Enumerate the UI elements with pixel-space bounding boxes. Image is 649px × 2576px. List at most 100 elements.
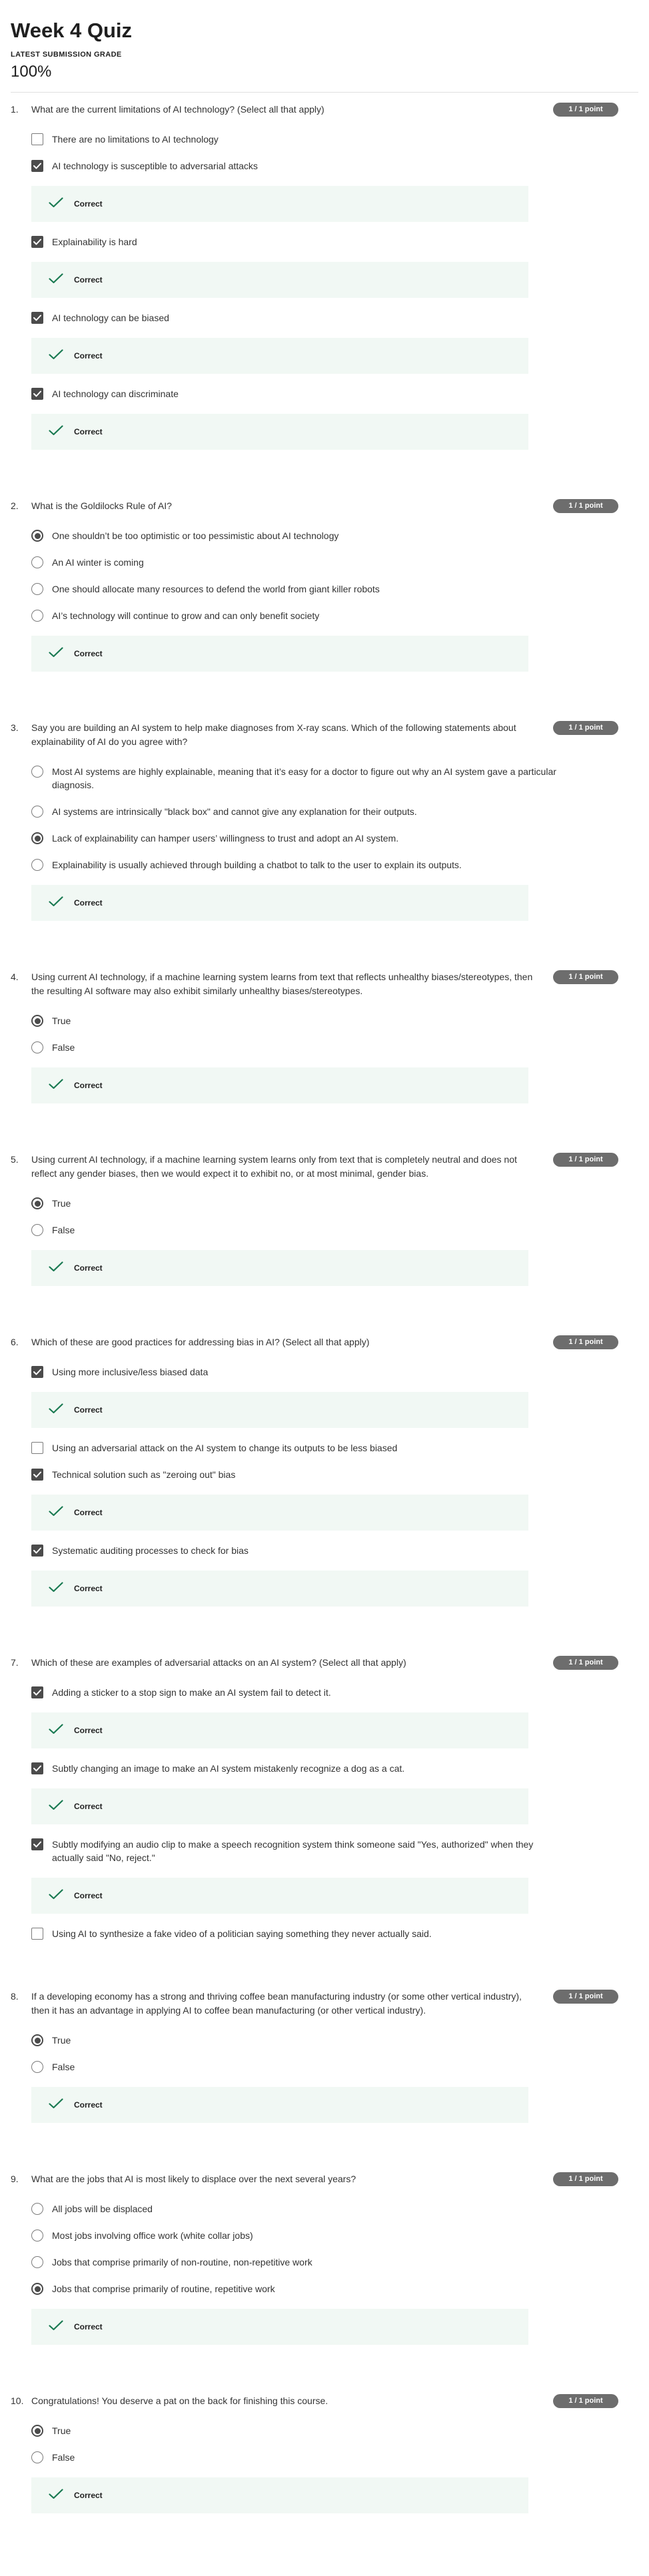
question-text: Which of these are examples of adversari…	[31, 1657, 406, 1668]
options-group: Adding a sticker to a stop sign to make …	[31, 1686, 638, 1940]
checkbox-option[interactable]: AI technology can discriminate	[31, 387, 638, 400]
radio-option[interactable]: All jobs will be displaced	[31, 2202, 638, 2216]
checkbox-option[interactable]: Using more inclusive/less biased data	[31, 1365, 638, 1379]
radio-button[interactable]	[31, 859, 43, 871]
radio-button[interactable]	[31, 2061, 43, 2073]
radio-button[interactable]	[31, 1224, 43, 1236]
option-label: AI technology can be biased	[52, 313, 169, 323]
options-group: There are no limitations to AI technolog…	[31, 133, 638, 450]
radio-button[interactable]	[31, 530, 43, 542]
radio-button[interactable]	[31, 2034, 43, 2046]
checkbox-option[interactable]: There are no limitations to AI technolog…	[31, 133, 638, 146]
checkbox[interactable]	[31, 133, 43, 145]
radio-option[interactable]: An AI winter is coming	[31, 556, 638, 569]
feedback-label: Correct	[74, 1802, 103, 1811]
divider	[11, 92, 638, 93]
radio-button[interactable]	[31, 583, 43, 595]
radio-option[interactable]: Most jobs involving office work (white c…	[31, 2229, 638, 2242]
checkbox[interactable]	[31, 1762, 43, 1774]
feedback-correct: Correct	[31, 414, 528, 450]
feedback-correct: Correct	[31, 1571, 528, 1607]
checkbox[interactable]	[31, 1838, 43, 1850]
radio-button[interactable]	[31, 2425, 43, 2437]
question-item: 10. Congratulations! You deserve a pat on…	[11, 2394, 638, 2563]
radio-option[interactable]: True	[31, 2034, 638, 2047]
checkbox-option[interactable]: AI technology can be biased	[31, 311, 638, 324]
radio-option[interactable]: AI systems are intrinsically "black box"…	[31, 805, 638, 818]
checkbox-option[interactable]: Systematic auditing processes to check f…	[31, 1544, 638, 1557]
option-label: Technical solution such as "zeroing out"…	[52, 1469, 236, 1480]
radio-button[interactable]	[31, 832, 43, 844]
radio-option[interactable]: Most AI systems are highly explainable, …	[31, 765, 638, 792]
question-text: What is the Goldilocks Rule of AI?	[31, 500, 172, 511]
option-label: AI technology can discriminate	[52, 388, 179, 399]
radio-option[interactable]: One should allocate many resources to de…	[31, 582, 638, 596]
checkbox-option[interactable]: Explainability is hard	[31, 235, 638, 249]
radio-option[interactable]: True	[31, 1197, 638, 1210]
checkbox-option[interactable]: AI technology is susceptible to adversar…	[31, 159, 638, 173]
radio-button[interactable]	[31, 766, 43, 778]
radio-option[interactable]: Explainability is usually achieved throu…	[31, 858, 638, 872]
checkbox[interactable]	[31, 236, 43, 248]
radio-option[interactable]: Lack of explainability can hamper users’…	[31, 832, 638, 845]
checkbox[interactable]	[31, 160, 43, 172]
checkbox[interactable]	[31, 1469, 43, 1481]
radio-button[interactable]	[31, 556, 43, 568]
option-label: Explainability is usually achieved throu…	[52, 860, 462, 870]
checkbox[interactable]	[31, 312, 43, 324]
option-label: Subtly modifying an audio clip to make a…	[52, 1839, 534, 1863]
radio-option[interactable]: Jobs that comprise primarily of routine,…	[31, 2282, 638, 2295]
checkbox-option[interactable]: Using an adversarial attack on the AI sy…	[31, 1441, 638, 1455]
radio-option[interactable]: Jobs that comprise primarily of non-rout…	[31, 2255, 638, 2269]
checkbox-option[interactable]: Technical solution such as "zeroing out"…	[31, 1468, 638, 1481]
radio-button[interactable]	[31, 1197, 43, 1209]
radio-option[interactable]: One shouldn’t be too optimistic or too p…	[31, 529, 638, 542]
radio-button[interactable]	[31, 2283, 43, 2295]
radio-option[interactable]: False	[31, 2451, 638, 2464]
question-header: 6. Which of these are good practices for …	[11, 1335, 638, 1349]
feedback-label: Correct	[74, 199, 103, 209]
radio-button[interactable]	[31, 1041, 43, 1053]
grade-value: 100%	[11, 63, 52, 81]
question-header: 4. Using current AI technology, if a mach…	[11, 970, 638, 998]
radio-button[interactable]	[31, 1015, 43, 1027]
option-label: One shouldn’t be too optimistic or too p…	[52, 530, 339, 541]
checkbox[interactable]	[31, 1686, 43, 1698]
checkbox-option[interactable]: Subtly changing an image to make an AI s…	[31, 1762, 638, 1775]
options-group: True False Correct	[31, 2034, 638, 2123]
options-group: Using more inclusive/less biased data Cor…	[31, 1365, 638, 1607]
checkbox-option[interactable]: Using AI to synthesize a fake video of a…	[31, 1927, 638, 1940]
radio-option[interactable]: True	[31, 1014, 638, 1027]
checkbox[interactable]	[31, 388, 43, 400]
option-label: Systematic auditing processes to check f…	[52, 1545, 249, 1556]
checkbox-option[interactable]: Subtly modifying an audio clip to make a…	[31, 1838, 638, 1864]
question-text: What are the current limitations of AI t…	[31, 104, 324, 115]
radio-button[interactable]	[31, 2230, 43, 2242]
options-group: One shouldn’t be too optimistic or too p…	[31, 529, 638, 672]
radio-button[interactable]	[31, 2203, 43, 2215]
checkbox[interactable]	[31, 1442, 43, 1454]
option-label: AI’s technology will continue to grow an…	[52, 610, 320, 621]
radio-option[interactable]: False	[31, 1041, 638, 1054]
points-badge: 1 / 1 point	[553, 103, 618, 117]
question-item: 5. Using current AI technology, if a mach…	[11, 1153, 638, 1335]
check-icon	[49, 2319, 74, 2334]
checkbox[interactable]	[31, 1366, 43, 1378]
checkbox[interactable]	[31, 1545, 43, 1557]
points-badge: 1 / 1 point	[553, 2394, 618, 2408]
radio-option[interactable]: False	[31, 2060, 638, 2074]
radio-button[interactable]	[31, 2256, 43, 2268]
radio-option[interactable]: False	[31, 1223, 638, 1237]
option-label: Most AI systems are highly explainable, …	[52, 766, 556, 790]
feedback-correct: Correct	[31, 1250, 528, 1286]
question-text: Congratulations! You deserve a pat on th…	[31, 2395, 328, 2406]
radio-option[interactable]: True	[31, 2424, 638, 2437]
radio-button[interactable]	[31, 2451, 43, 2463]
checkbox[interactable]	[31, 1928, 43, 1940]
radio-button[interactable]	[31, 806, 43, 818]
radio-button[interactable]	[31, 610, 43, 622]
checkbox-option[interactable]: Adding a sticker to a stop sign to make …	[31, 1686, 638, 1699]
question-number: 4.	[11, 971, 19, 982]
option-label: False	[52, 1042, 75, 1053]
radio-option[interactable]: AI’s technology will continue to grow an…	[31, 609, 638, 622]
